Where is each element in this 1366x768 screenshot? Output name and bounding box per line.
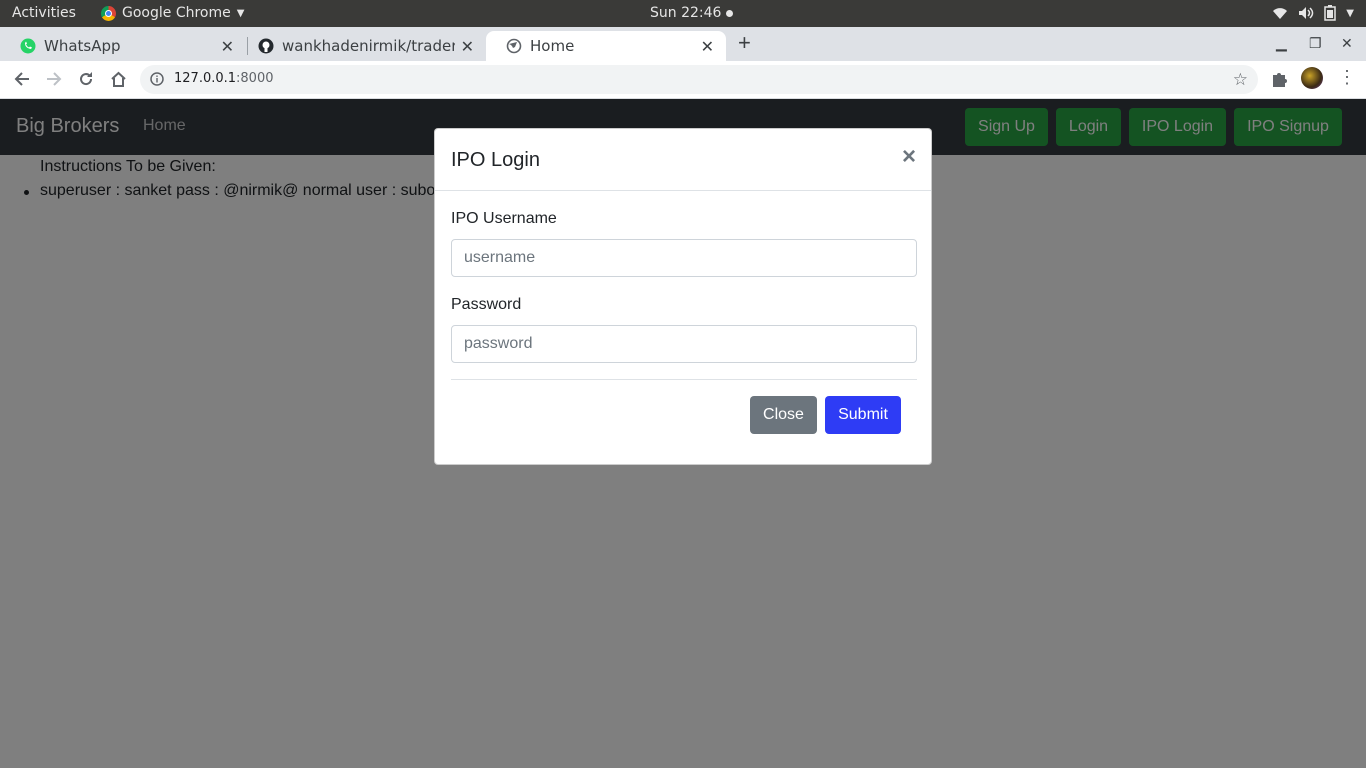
url-host: 127.0.0.1 — [174, 71, 237, 86]
app-menu[interactable]: Google Chrome ▼ — [101, 5, 244, 21]
new-tab-button[interactable]: + — [738, 30, 751, 56]
url-port: :8000 — [236, 71, 274, 86]
reload-button[interactable] — [76, 69, 96, 89]
home-button[interactable] — [108, 69, 128, 89]
tab-title: wankhadenirmik/trader: t — [282, 37, 455, 55]
password-label: Password — [451, 296, 522, 313]
arrow-right-icon — [47, 72, 62, 86]
wifi-icon — [1273, 8, 1288, 19]
system-top-bar: Activities Google Chrome ▼ Sun 22:46 ▼ — [0, 0, 1366, 27]
chrome-icon — [101, 5, 116, 21]
tab-title: Home — [530, 37, 575, 55]
notification-dot-icon — [726, 9, 734, 17]
restore-icon[interactable]: ❐ — [1309, 35, 1322, 52]
activities-button[interactable]: Activities — [12, 5, 76, 21]
forward-button[interactable] — [44, 69, 64, 89]
bookmark-star-icon[interactable]: ☆ — [1233, 70, 1248, 90]
extensions-icon[interactable] — [1270, 70, 1288, 88]
ipo-login-modal: IPO Login × IPO Username Password Close … — [434, 128, 932, 465]
tab-github[interactable]: wankhadenirmik/trader: t ✕ — [238, 31, 486, 61]
close-window-icon[interactable]: ✕ — [1341, 35, 1353, 52]
minimize-icon[interactable]: ▁ — [1276, 35, 1287, 52]
app-name: Google Chrome — [122, 5, 231, 21]
tab-title: WhatsApp — [44, 37, 121, 55]
address-bar[interactable]: 127.0.0.1:8000 ☆ — [140, 65, 1258, 94]
profile-avatar[interactable] — [1301, 67, 1323, 89]
close-tab-icon[interactable]: ✕ — [701, 37, 714, 56]
home-icon — [110, 71, 126, 87]
submit-button[interactable]: Submit — [825, 396, 901, 434]
password-input[interactable] — [451, 325, 917, 363]
whatsapp-icon — [20, 38, 36, 54]
tab-home[interactable]: Home ✕ — [486, 31, 726, 61]
modal-header: IPO Login × — [435, 129, 931, 191]
close-tab-icon[interactable]: ✕ — [221, 37, 234, 56]
caret-down-icon: ▼ — [1346, 7, 1354, 19]
battery-icon — [1324, 5, 1337, 21]
reload-icon — [80, 72, 93, 86]
close-button[interactable]: Close — [750, 396, 817, 434]
globe-icon — [506, 38, 522, 54]
volume-icon — [1299, 7, 1314, 19]
caret-down-icon: ▼ — [236, 7, 245, 19]
tab-whatsapp[interactable]: WhatsApp ✕ — [0, 31, 246, 61]
username-input[interactable] — [451, 239, 917, 277]
browser-toolbar: 127.0.0.1:8000 ☆ ⋮ — [0, 61, 1366, 99]
info-icon[interactable] — [150, 72, 164, 86]
github-icon — [258, 38, 274, 54]
url-text: 127.0.0.1:8000 — [174, 71, 274, 86]
arrow-left-icon — [14, 72, 29, 86]
modal-divider — [451, 379, 917, 380]
back-button[interactable] — [12, 69, 32, 89]
clock[interactable]: Sun 22:46 — [650, 5, 734, 21]
web-page: Big Brokers Home Sign Up Login IPO Login… — [0, 99, 1366, 768]
clock-text: Sun 22:46 — [650, 5, 722, 21]
close-tab-icon[interactable]: ✕ — [461, 37, 474, 56]
username-label: IPO Username — [451, 210, 557, 227]
system-tray[interactable]: ▼ — [1272, 5, 1354, 21]
close-icon[interactable]: × — [902, 145, 916, 169]
modal-title: IPO Login — [451, 149, 540, 171]
menu-icon[interactable]: ⋮ — [1338, 67, 1356, 88]
tab-strip: WhatsApp ✕ wankhadenirmik/trader: t ✕ Ho… — [0, 27, 1366, 61]
